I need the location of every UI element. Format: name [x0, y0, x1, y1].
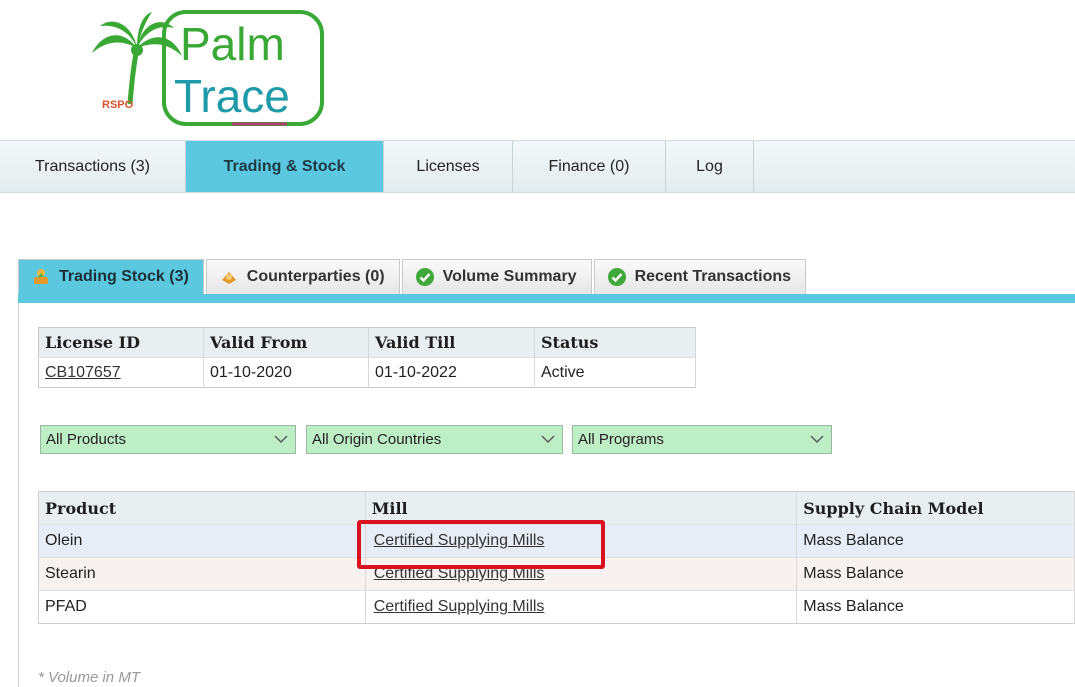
license-table: License ID Valid From Valid Till Status … [38, 327, 696, 388]
nav-trading-stock[interactable]: Trading & Stock [186, 141, 384, 192]
nav-finance[interactable]: Finance (0) [513, 141, 666, 192]
tab-label: Recent Transactions [634, 268, 792, 285]
programs-select-value: All Programs [578, 431, 664, 448]
palmtrace-logo: RSPO Palm Trace [82, 8, 327, 133]
origin-countries-select-value: All Origin Countries [312, 431, 442, 448]
mill-cell: Certified Supplying Mills [365, 557, 798, 591]
check-circle-icon [415, 267, 435, 287]
certified-mills-link[interactable]: Certified Supplying Mills [374, 565, 545, 582]
svg-text:Palm: Palm [180, 18, 285, 70]
tab-label: Counterparties (0) [246, 268, 385, 285]
license-row: CB107657 01-10-2020 01-10-2022 Active [38, 357, 696, 388]
col-supply-chain-model: Supply Chain Model [796, 491, 1075, 525]
trading-stock-table: Product Mill Supply Chain Model Olein Ce… [38, 491, 1075, 624]
status-cell: Active [534, 357, 696, 388]
license-id-link[interactable]: CB107657 [45, 364, 121, 381]
volume-note: * Volume in MT [38, 669, 140, 686]
counterparties-icon [219, 267, 239, 287]
product-cell: PFAD [38, 590, 366, 624]
col-valid-from: Valid From [203, 327, 369, 358]
certified-mills-link[interactable]: Certified Supplying Mills [374, 598, 545, 615]
tab-trading-stock[interactable]: Trading Stock (3) [18, 259, 204, 294]
stock-header-row: Product Mill Supply Chain Model [38, 491, 1075, 525]
col-license-id: License ID [38, 327, 204, 358]
products-select-value: All Products [46, 431, 127, 448]
chevron-down-icon [274, 435, 288, 443]
model-cell: Mass Balance [796, 557, 1075, 591]
tab-volume-summary[interactable]: Volume Summary [401, 259, 592, 294]
chevron-down-icon [810, 435, 824, 443]
valid-from-cell: 01-10-2020 [203, 357, 369, 388]
table-row: Olein Certified Supplying Mills Mass Bal… [38, 524, 1075, 558]
license-id-cell: CB107657 [38, 357, 204, 388]
col-status: Status [534, 327, 696, 358]
col-valid-till: Valid Till [368, 327, 535, 358]
main-nav: Transactions (3) Trading & Stock License… [0, 140, 1075, 193]
svg-text:RSPO: RSPO [102, 99, 134, 111]
programs-select[interactable]: All Programs [572, 425, 832, 454]
mill-cell: Certified Supplying Mills [365, 590, 798, 624]
nav-log[interactable]: Log [666, 141, 754, 192]
origin-countries-select[interactable]: All Origin Countries [306, 425, 563, 454]
certified-mills-link[interactable]: Certified Supplying Mills [374, 532, 545, 549]
col-mill: Mill [365, 491, 798, 525]
product-cell: Olein [38, 524, 366, 558]
check-circle-icon [607, 267, 627, 287]
palm-tree-icon [92, 12, 182, 105]
chevron-down-icon [541, 435, 555, 443]
license-header-row: License ID Valid From Valid Till Status [38, 327, 696, 358]
tab-underline-bar [18, 294, 1075, 303]
tab-counterparties[interactable]: Counterparties (0) [205, 259, 400, 294]
table-row: Stearin Certified Supplying Mills Mass B… [38, 557, 1075, 591]
mill-cell: Certified Supplying Mills [365, 524, 798, 558]
model-cell: Mass Balance [796, 590, 1075, 624]
products-select[interactable]: All Products [40, 425, 296, 454]
subtab-bar: Trading Stock (3) Counterparties (0) Vol… [18, 259, 808, 294]
product-cell: Stearin [38, 557, 366, 591]
stock-icon [31, 267, 51, 287]
nav-transactions[interactable]: Transactions (3) [0, 141, 186, 192]
nav-licenses[interactable]: Licenses [384, 141, 513, 192]
model-cell: Mass Balance [796, 524, 1075, 558]
tab-recent-transactions[interactable]: Recent Transactions [593, 259, 807, 294]
col-product: Product [38, 491, 366, 525]
valid-till-cell: 01-10-2022 [368, 357, 535, 388]
tab-label: Volume Summary [442, 268, 577, 285]
table-row: PFAD Certified Supplying Mills Mass Bala… [38, 590, 1075, 624]
svg-text:Trace: Trace [174, 70, 290, 122]
tab-label: Trading Stock (3) [59, 268, 189, 285]
